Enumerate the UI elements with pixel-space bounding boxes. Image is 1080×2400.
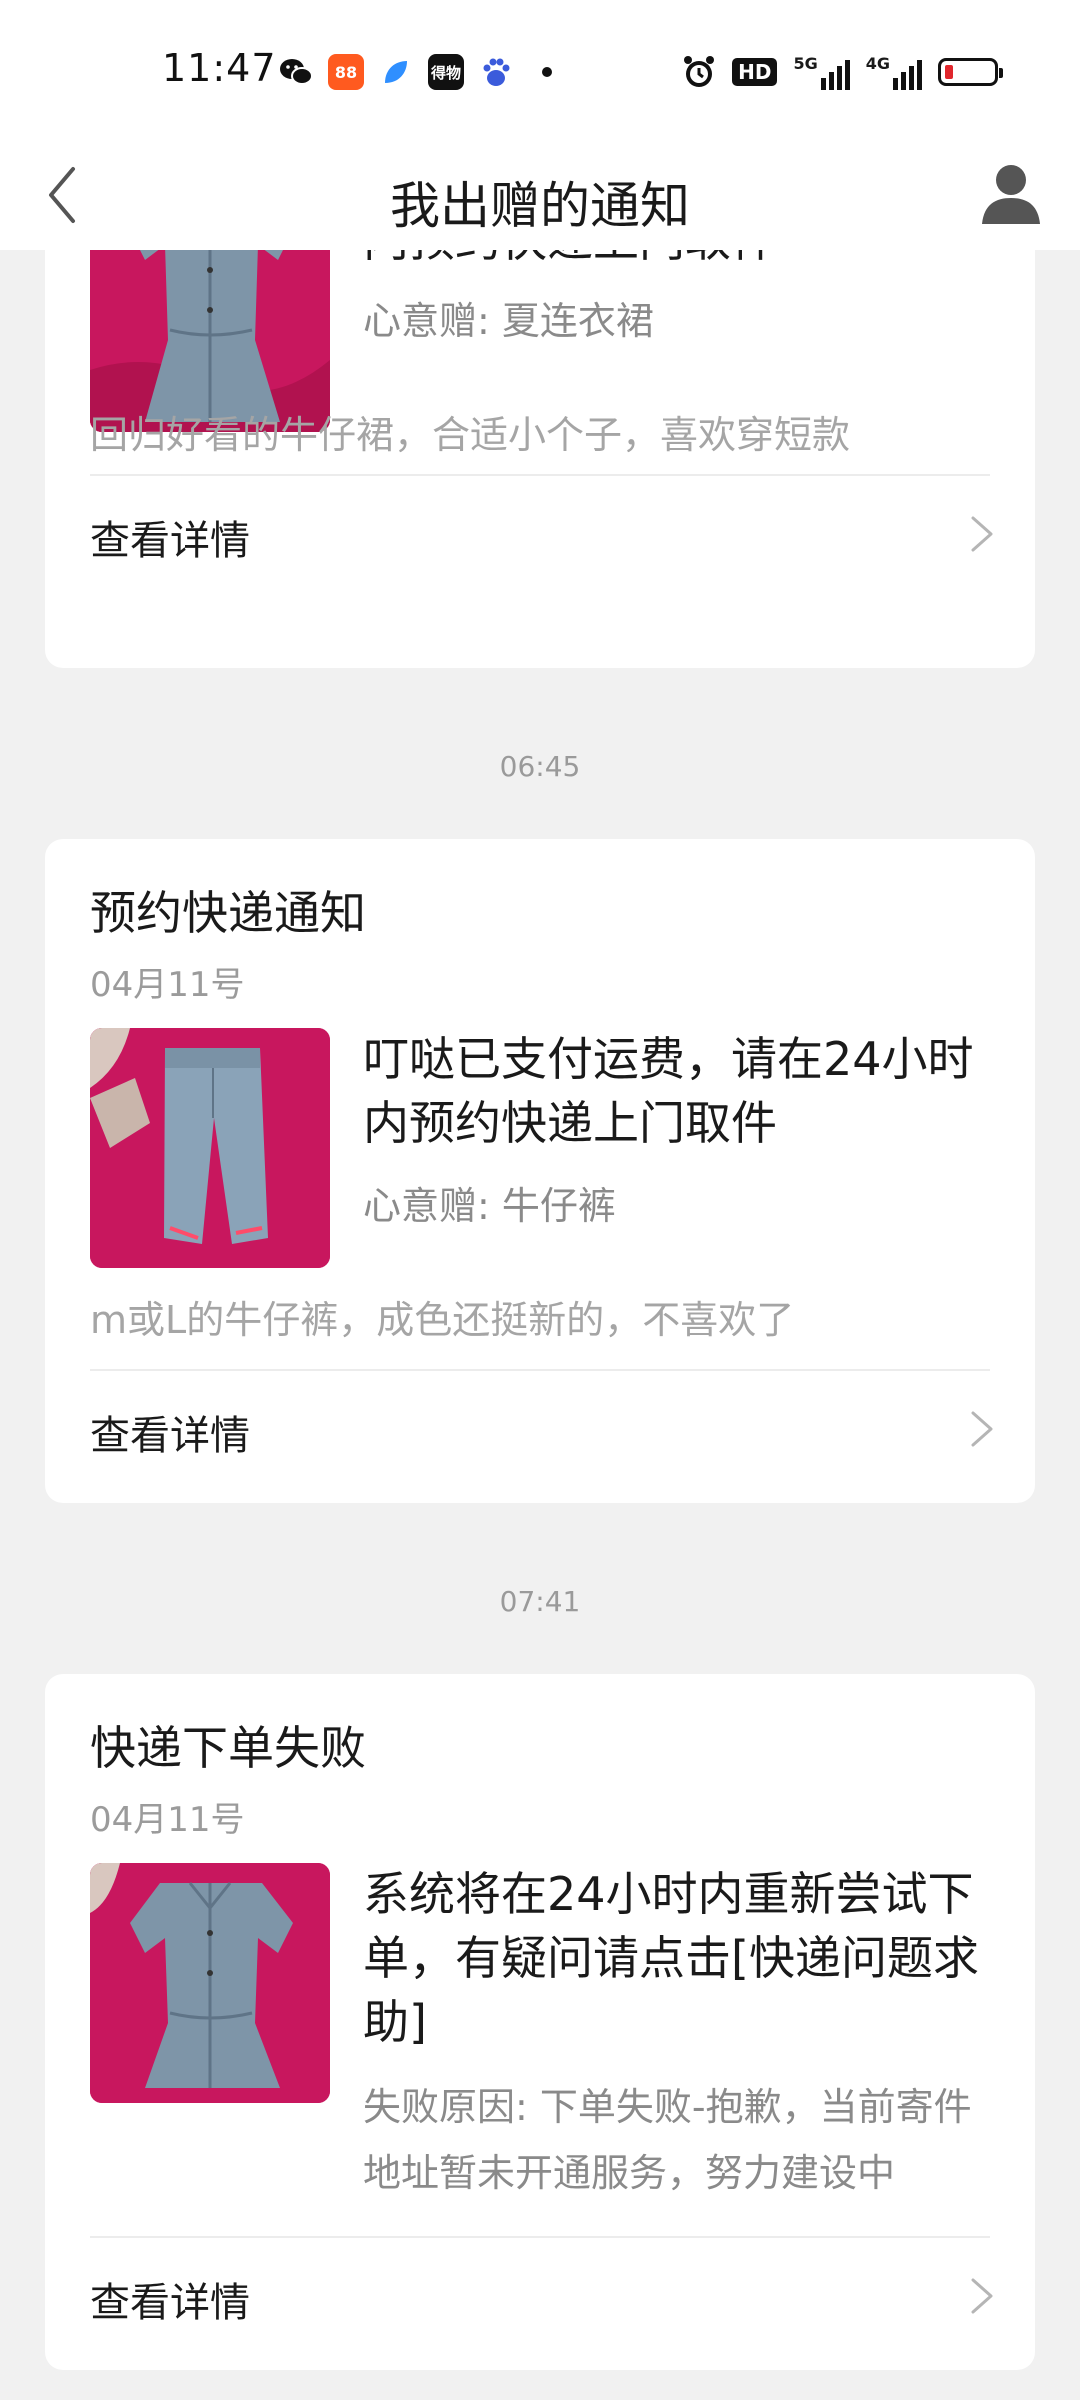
status-indicators: HD 5G 4G	[682, 52, 1003, 92]
gift-item-label: 心意赠: 牛仔裤	[363, 1184, 616, 1228]
notification-message: 叮哒已支付运费，请在24小时内预约快递上门取件	[363, 1032, 974, 1150]
timestamp: 06:45	[499, 750, 581, 783]
chevron-right-icon	[971, 1411, 993, 1447]
notification-title: 预约快递通知	[90, 886, 366, 940]
signal-5g-icon: 5G	[793, 54, 850, 90]
status-bar: 11:47 88 得物 HD 5G 4G	[0, 0, 1080, 140]
app-black-icon: 得物	[428, 54, 464, 90]
notification-card: 快递下单失败 04月11号 系统将在24小时内重新尝试下单，有疑问请点击[快递问…	[45, 1674, 1035, 2370]
notification-card: 预约快递通知 04月11号 叮哒已支付运费，请在24小时内预约快递上门取件 心意…	[45, 839, 1035, 1503]
profile-button[interactable]	[966, 148, 1056, 238]
notification-title: 快递下单失败	[90, 1721, 366, 1775]
notification-date: 04月11号	[90, 965, 245, 1005]
signal-4g-icon: 4G	[866, 54, 922, 90]
chevron-right-icon	[971, 2278, 993, 2314]
view-details-label: 查看详情	[90, 518, 250, 564]
alarm-icon	[684, 56, 715, 87]
view-details-button[interactable]: 查看详情	[45, 1371, 1035, 1481]
app-red-icon: 88	[328, 54, 364, 90]
item-description: m或L的牛仔裤，成色还挺新的，不喜欢了	[90, 1298, 795, 1342]
wechat-icon	[278, 54, 314, 90]
page-title: 我出赠的通知	[390, 177, 690, 235]
notification-message: 内预约快递上门取件	[363, 250, 1003, 272]
failure-reason: 失败原因: 下单失败-抱歉，当前寄件地址暂未开通服务，努力建设中	[363, 2085, 972, 2195]
app-blue-icon	[378, 54, 414, 90]
view-details-button[interactable]: 查看详情	[45, 476, 1035, 586]
notification-list[interactable]: 内预约快递上门取件 心意赠: 夏连衣裙 回归好看的牛仔裙，合适小个子，喜欢穿短款…	[0, 250, 1080, 2400]
hd-icon: HD	[732, 58, 778, 86]
user-icon	[982, 165, 1040, 224]
item-thumbnail[interactable]	[90, 1863, 330, 2103]
notification-dot-icon	[542, 67, 552, 77]
item-thumbnail[interactable]	[90, 1028, 330, 1268]
chevron-right-icon	[971, 516, 993, 552]
notification-card: 内预约快递上门取件 心意赠: 夏连衣裙 回归好看的牛仔裙，合适小个子，喜欢穿短款…	[45, 250, 1035, 668]
baidu-icon	[478, 54, 514, 90]
item-description: 回归好看的牛仔裙，合适小个子，喜欢穿短款	[90, 413, 851, 457]
view-details-label: 查看详情	[90, 2280, 250, 2326]
view-details-button[interactable]: 查看详情	[45, 2238, 1035, 2348]
timestamp: 07:41	[499, 1585, 581, 1618]
notification-message: 系统将在24小时内重新尝试下单，有疑问请点击[快递问题求助]	[363, 1867, 979, 2049]
notification-date: 04月11号	[90, 1800, 245, 1840]
battery-icon	[938, 58, 1003, 86]
app-header: 我出赠的通知	[0, 140, 1080, 250]
status-app-icons: 88 得物	[278, 52, 552, 92]
view-details-label: 查看详情	[90, 1413, 250, 1459]
gift-item-label: 心意赠: 夏连衣裙	[363, 299, 654, 343]
status-time: 11:47	[162, 46, 277, 90]
